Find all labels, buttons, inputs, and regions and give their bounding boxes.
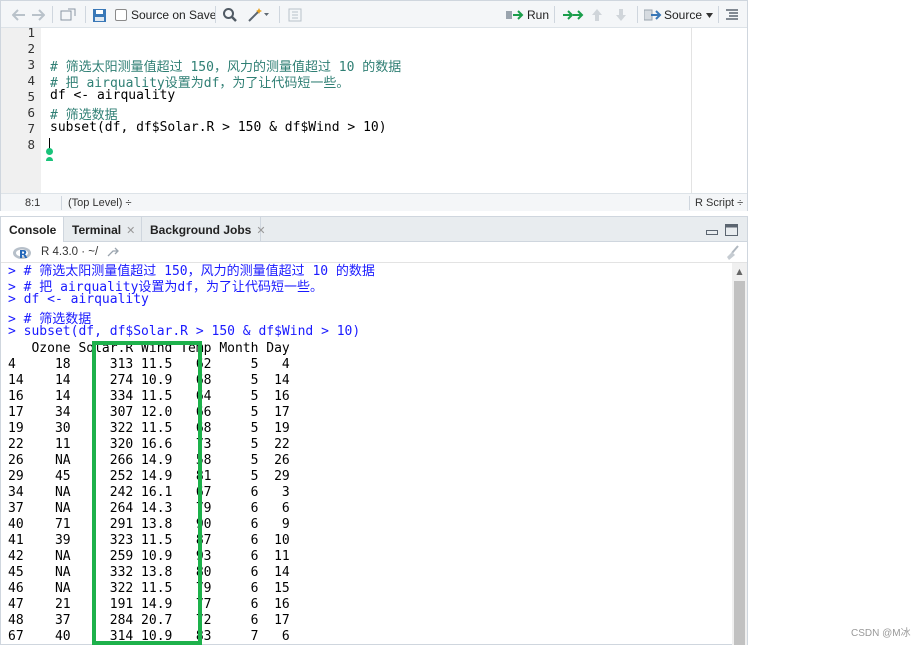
margin-guide	[691, 28, 692, 193]
next-section-icon[interactable]	[612, 7, 630, 23]
scope-selector[interactable]: (Top Level) ÷	[68, 197, 132, 209]
close-icon[interactable]: ✕	[126, 225, 135, 237]
r-version-path: R 4.3.0 · ~/	[41, 246, 99, 258]
code-line-assign[interactable]: df <- airquality	[50, 88, 175, 103]
cursor-marker-icon	[46, 148, 53, 155]
svg-text:R: R	[19, 248, 28, 261]
run-icon[interactable]	[506, 7, 526, 23]
filetype-selector[interactable]: R Script ÷	[695, 197, 743, 209]
line-number: 3	[27, 57, 35, 72]
line-number: 5	[27, 89, 35, 104]
run-button[interactable]: Run	[527, 8, 549, 22]
console-input-line: > subset(df, df$Solar.R > 150 & df$Wind …	[8, 324, 361, 339]
highlight-box	[92, 341, 202, 645]
console-tab-bar: Console Terminal ✕ Background Jobs ✕	[1, 217, 747, 243]
scroll-up-arrow-icon[interactable]: ▲	[732, 263, 747, 279]
maximize-pane-icon[interactable]	[724, 223, 739, 237]
line-number: 4	[27, 73, 35, 88]
source-icon[interactable]	[643, 7, 663, 23]
cursor-marker-icon	[46, 157, 53, 161]
console-scrollbar-thumb[interactable]	[734, 281, 745, 645]
minimize-pane-icon[interactable]	[705, 225, 719, 237]
close-icon[interactable]: ✕	[256, 225, 265, 237]
back-arrow-icon[interactable]	[11, 7, 27, 23]
tab-console[interactable]: Console	[1, 217, 64, 243]
source-on-save-checkbox[interactable]	[114, 8, 128, 22]
forward-arrow-icon[interactable]	[30, 7, 46, 23]
show-in-window-icon[interactable]	[59, 7, 77, 23]
document-outline-icon[interactable]	[723, 7, 741, 23]
tab-terminal-label: Terminal	[72, 223, 122, 237]
line-number: 8	[27, 137, 35, 152]
tab-terminal[interactable]: Terminal ✕	[64, 217, 142, 242]
line-number: 6	[27, 105, 35, 120]
r-logo-icon: R	[11, 245, 33, 261]
cursor-position: 8:1	[25, 197, 41, 209]
compile-report-icon[interactable]	[286, 7, 304, 23]
source-button[interactable]: Source	[664, 8, 702, 22]
line-number: 2	[27, 41, 35, 56]
source-editor-pane: Source on Save Run Source 1 2 3 4 5 6 7 …	[0, 0, 748, 211]
watermark: CSDN @M冰	[851, 628, 911, 639]
editor-toolbar: Source on Save Run Source	[1, 1, 747, 28]
tab-background-jobs-label: Background Jobs	[150, 223, 252, 237]
clear-console-broom-icon[interactable]	[723, 244, 741, 261]
previous-section-icon[interactable]	[588, 7, 606, 23]
line-number: 1	[27, 25, 35, 40]
search-icon[interactable]	[221, 6, 239, 23]
source-dropdown-icon[interactable]	[705, 11, 713, 19]
line-number: 7	[27, 121, 35, 136]
code-tools-wand-icon[interactable]	[246, 6, 272, 23]
rerun-icon[interactable]	[561, 7, 585, 23]
console-input-line: > df <- airquality	[8, 292, 149, 307]
tab-background-jobs[interactable]: Background Jobs ✕	[142, 217, 266, 242]
code-line-subset[interactable]: subset(df, df$Solar.R > 150 & df$Wind > …	[50, 120, 387, 135]
tab-console-label: Console	[9, 223, 57, 237]
source-on-save-label: Source on Save	[131, 8, 217, 22]
go-to-directory-icon[interactable]	[106, 246, 120, 258]
editor-status-bar: 8:1 (Top Level) ÷ R Script ÷	[1, 193, 747, 211]
save-icon[interactable]	[91, 7, 108, 23]
